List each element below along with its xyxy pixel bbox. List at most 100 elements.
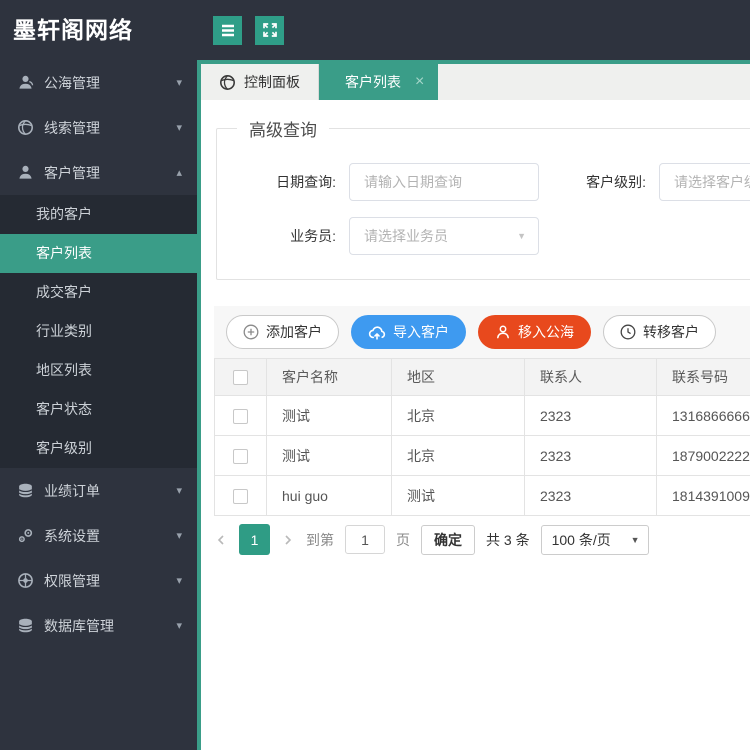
clock-icon [620, 324, 636, 340]
total-count-label: 共 3 条 [486, 531, 530, 548]
person-icon [495, 324, 511, 340]
row-checkbox[interactable] [233, 448, 248, 464]
sidebar-menu: 公海管理 ▾ 线索管理 ▾ 客户管理 ▴ 我的客户 客户列表 成交客户 行业类别… [0, 60, 197, 750]
sidebar-item-label: 业绩订单 [44, 482, 100, 499]
globe-icon [17, 119, 34, 136]
sidebar-item-permissions[interactable]: 权限管理 ▾ [0, 558, 197, 603]
chevron-down-icon: ▾ [176, 485, 182, 497]
sidebar: 墨轩阁网络 公海管理 ▾ 线索管理 ▾ 客户管理 ▴ 我的客户 客户列表 成交客… [0, 0, 197, 750]
collapse-sidebar-button[interactable] [213, 15, 242, 45]
sidebar-subitem-customer-list[interactable]: 客户列表 [0, 234, 197, 273]
button-label: 移入公海 [518, 324, 574, 340]
select-all-checkbox[interactable] [233, 370, 248, 386]
cell-region: 北京 [391, 435, 525, 476]
hamburger-icon [220, 23, 236, 38]
sidebar-item-label: 权限管理 [44, 572, 100, 589]
sidebar-subitem-customer-level[interactable]: 客户级别 [0, 429, 197, 468]
date-query-input[interactable] [349, 163, 539, 201]
fullscreen-icon [262, 22, 278, 38]
sidebar-item-orders[interactable]: 业绩订单 ▾ [0, 468, 197, 513]
sidebar-subitem-my-customers[interactable]: 我的客户 [0, 195, 197, 234]
cloud-upload-icon [368, 324, 386, 340]
pagination: 1 到第 页 确定 共 3 条 100 条/页 ▼ [214, 524, 750, 555]
sidebar-item-label: 数据库管理 [44, 617, 114, 634]
customer-level-label: 客户级别: [586, 174, 646, 190]
page-size-value: 100 条/页 [551, 531, 611, 548]
database-icon [17, 617, 34, 634]
sidebar-item-label: 系统设置 [44, 527, 100, 544]
row-checkbox[interactable] [233, 488, 248, 504]
plus-circle-icon [243, 324, 259, 340]
button-label: 添加客户 [266, 324, 322, 340]
goto-page-label: 到第 [306, 531, 334, 548]
goto-page-input[interactable] [345, 525, 385, 554]
chevron-down-icon: ▾ [176, 530, 182, 542]
table-row: 测试 北京 2323 1316866666 [214, 395, 750, 436]
select-placeholder: 请选择客户级别 [674, 174, 750, 190]
page-body: 高级查询 日期查询: 客户级别: 请选择客户级别 [201, 100, 750, 750]
chevron-down-icon: ▾ [176, 77, 182, 89]
chevron-down-icon: ▼ [630, 534, 640, 545]
button-label: 转移客户 [643, 324, 699, 340]
fullscreen-button[interactable] [255, 15, 284, 45]
chevron-down-icon: ▼ [517, 231, 526, 241]
sidebar-subitem-region-list[interactable]: 地区列表 [0, 351, 197, 390]
cell-name: hui guo [266, 475, 392, 516]
customer-level-select[interactable]: 请选择客户级别 [659, 163, 750, 201]
table-row: 测试 北京 2323 1879002222 [214, 435, 750, 476]
add-customer-button[interactable]: 添加客户 [226, 315, 339, 349]
chevron-down-icon: ▾ [176, 122, 182, 134]
cell-region: 测试 [391, 475, 525, 516]
page-size-select[interactable]: 100 条/页 ▼ [540, 524, 649, 555]
database-icon [17, 482, 34, 499]
sidebar-subitem-industry-category[interactable]: 行业类别 [0, 312, 197, 351]
user-group-icon [17, 74, 34, 91]
table-toolbar: 添加客户 导入客户 移入公海 转移客户 [214, 306, 750, 358]
next-page-button[interactable] [281, 533, 295, 547]
cell-phone: 1879002222 [656, 435, 750, 476]
tab-label: 控制面板 [244, 74, 300, 90]
main-area: 控制面板 客户列表 × 高级查询 日期查询: 请输入日期查询 客户级别: 请选择… [197, 0, 750, 750]
app-logo: 墨轩阁网络 [13, 17, 133, 43]
gears-icon [17, 527, 34, 544]
table-row: hui guo 测试 2323 1814391009 [214, 475, 750, 516]
sidebar-item-database[interactable]: 数据库管理 ▾ [0, 603, 197, 648]
tab-bar: 控制面板 客户列表 × [201, 60, 750, 100]
cell-contact: 2323 [524, 435, 657, 476]
sidebar-item-customers[interactable]: 客户管理 ▴ [0, 150, 197, 195]
confirm-button[interactable]: 确定 [421, 524, 475, 555]
cell-name: 测试 [266, 435, 392, 476]
advanced-query-panel: 高级查询 日期查询: 客户级别: 请选择客户级别 [216, 116, 750, 280]
column-header-name: 客户名称 [266, 358, 392, 396]
tab-label: 客户列表 [345, 74, 401, 90]
row-checkbox[interactable] [233, 408, 248, 424]
select-placeholder: 请选择业务员 [364, 228, 448, 244]
wheel-icon [17, 572, 34, 589]
page-unit-label: 页 [396, 531, 410, 548]
sidebar-item-clues[interactable]: 线索管理 ▾ [0, 105, 197, 150]
move-to-public-sea-button[interactable]: 移入公海 [478, 315, 591, 349]
topbar [197, 0, 750, 60]
transfer-customer-button[interactable]: 转移客户 [603, 315, 716, 349]
sidebar-item-label: 线索管理 [44, 119, 100, 136]
chevron-down-icon: ▾ [176, 575, 182, 587]
page-1-button[interactable]: 1 [239, 524, 270, 555]
cell-phone: 1316866666 [656, 395, 750, 436]
table-header-row: 客户名称 地区 联系人 联系号码 [214, 358, 750, 396]
column-header-region: 地区 [391, 358, 525, 396]
tab-customer-list[interactable]: 客户列表 × [319, 64, 439, 100]
button-label: 导入客户 [393, 324, 449, 340]
sidebar-item-label: 公海管理 [44, 74, 100, 91]
import-customer-button[interactable]: 导入客户 [351, 315, 466, 349]
cell-name: 测试 [266, 395, 392, 436]
cell-contact: 2323 [524, 395, 657, 436]
salesman-label: 业务员: [290, 228, 336, 244]
tab-dashboard[interactable]: 控制面板 [201, 64, 319, 100]
close-icon[interactable]: × [415, 74, 424, 90]
sidebar-subitem-customer-status[interactable]: 客户状态 [0, 390, 197, 429]
sidebar-item-public-sea[interactable]: 公海管理 ▾ [0, 60, 197, 105]
salesman-select[interactable]: 请选择业务员 ▼ [349, 217, 539, 255]
sidebar-subitem-deal-customers[interactable]: 成交客户 [0, 273, 197, 312]
sidebar-item-settings[interactable]: 系统设置 ▾ [0, 513, 197, 558]
prev-page-button[interactable] [214, 533, 228, 547]
